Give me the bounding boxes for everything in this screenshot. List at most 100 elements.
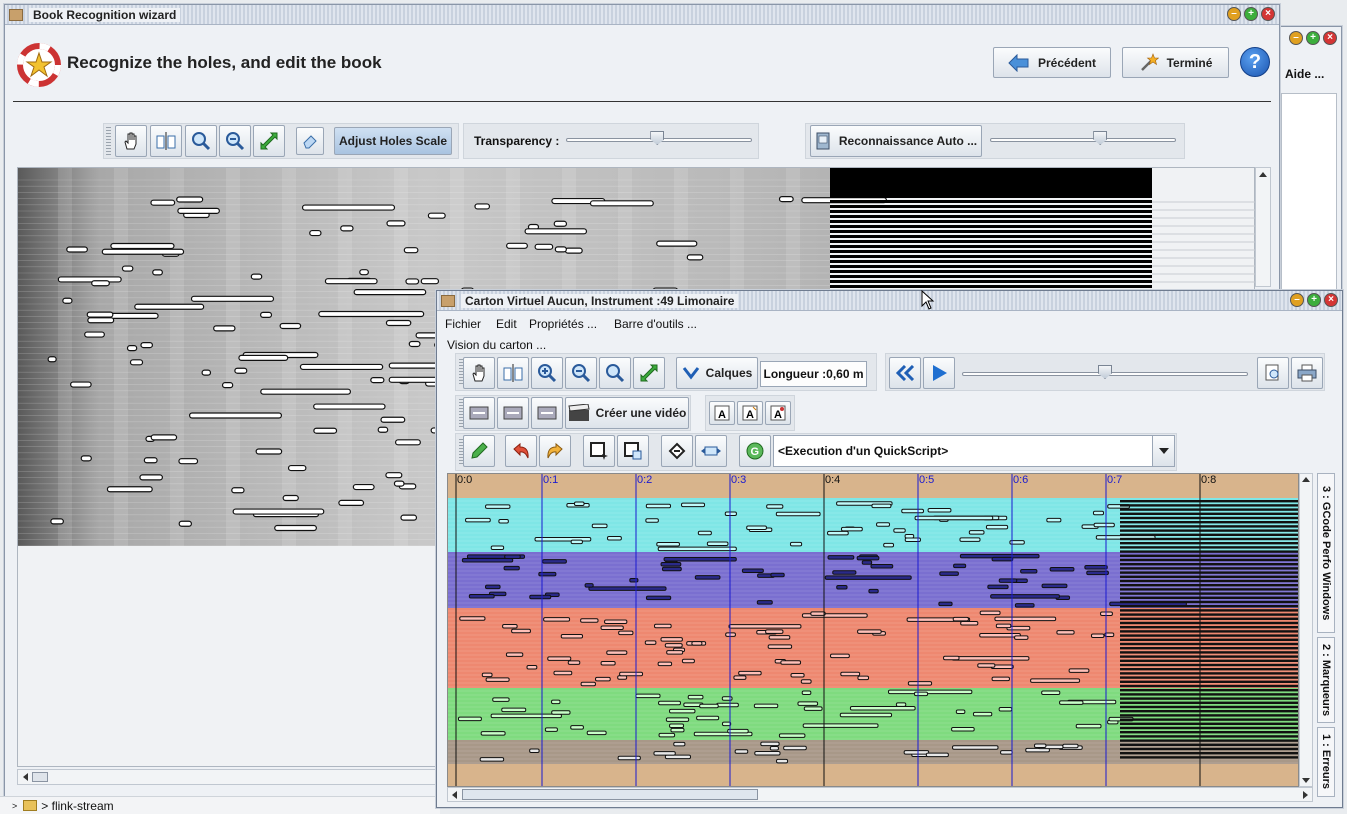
minimize-icon[interactable]: –: [1290, 293, 1304, 307]
zoom-in-button[interactable]: [531, 357, 563, 389]
eraser-tool-button[interactable]: [296, 127, 324, 155]
position-slider-thumb[interactable]: [1098, 365, 1112, 379]
auto-recognition-slider-thumb[interactable]: [1093, 131, 1108, 145]
text-style-button[interactable]: A: [765, 401, 791, 425]
toolbar-grip[interactable]: [106, 127, 111, 155]
undo-button[interactable]: [505, 435, 537, 467]
record-mode-1-button[interactable]: [463, 397, 495, 429]
help-link[interactable]: Aide ...: [1277, 59, 1341, 89]
dropdown-arrow-button[interactable]: [1152, 436, 1174, 466]
scroll-down-arrow-icon[interactable]: [1300, 774, 1312, 786]
position-slider[interactable]: [962, 365, 1248, 383]
scan-horizontal-scrollbar[interactable]: [17, 769, 437, 785]
book-stripe: [1120, 613, 1298, 616]
book-hole: [1000, 750, 1013, 755]
carton-titlebar[interactable]: Carton Virtuel Aucun, Instrument :49 Lim…: [437, 291, 1342, 311]
rect-select-add-button[interactable]: [617, 435, 649, 467]
redo-button[interactable]: [539, 435, 571, 467]
zoom-in-button[interactable]: [185, 125, 217, 157]
stretch-icon: [701, 446, 721, 456]
minimize-icon[interactable]: –: [1227, 7, 1241, 21]
book-hole: [827, 555, 855, 560]
diamond-tool-button[interactable]: [661, 435, 693, 467]
book-hole: [1093, 522, 1115, 528]
text-edit-button[interactable]: A: [737, 401, 763, 425]
create-video-button[interactable]: Créer une vidéo: [565, 397, 689, 429]
scan-hole: [255, 448, 283, 455]
print-button[interactable]: [1291, 357, 1323, 389]
help-button[interactable]: ?: [1240, 47, 1270, 77]
finish-button[interactable]: Terminé: [1122, 47, 1229, 78]
scroll-up-arrow-icon[interactable]: [1300, 474, 1312, 486]
menu-proprietes[interactable]: Propriétés ...: [529, 317, 597, 331]
scroll-left-arrow-icon[interactable]: [19, 770, 33, 784]
menu-fichier[interactable]: Fichier: [445, 317, 481, 331]
auto-recognition-button[interactable]: Reconnaissance Auto ...: [810, 125, 982, 157]
maximize-icon[interactable]: +: [1244, 7, 1258, 21]
hand-tool-button[interactable]: [463, 357, 495, 389]
menu-barre-outils[interactable]: Barre d'outils ...: [614, 317, 697, 331]
book-hole: [457, 716, 482, 722]
transparency-slider-thumb[interactable]: [650, 131, 665, 145]
record-mode-3-button[interactable]: [531, 397, 563, 429]
transparency-slider[interactable]: [566, 131, 752, 149]
preview-button[interactable]: [1257, 357, 1289, 389]
tab-erreurs[interactable]: 1 : Erreurs: [1317, 727, 1335, 797]
book-hole: [660, 637, 683, 642]
overlay-stripe: [830, 205, 1152, 208]
zoom-out-button[interactable]: [219, 125, 251, 157]
close-icon[interactable]: ×: [1261, 7, 1275, 21]
tab-gcode-perfo[interactable]: 3 : GCode Perfo Windows: [1317, 473, 1335, 633]
book-hole: [766, 504, 784, 509]
scan-vertical-scrollbar[interactable]: [1255, 167, 1271, 287]
scroll-left-arrow-icon[interactable]: [449, 789, 461, 801]
play-button[interactable]: [923, 357, 955, 389]
auto-recognition-slider[interactable]: [990, 131, 1176, 149]
menu-edit[interactable]: Edit: [496, 317, 517, 331]
maximize-icon[interactable]: +: [1306, 31, 1320, 45]
book-hole: [721, 721, 732, 727]
hand-tool-button[interactable]: [115, 125, 147, 157]
text-tool-button[interactable]: A: [709, 401, 735, 425]
scan-fold: [338, 168, 352, 546]
pencil-icon: [471, 442, 488, 459]
book-hole: [619, 671, 644, 677]
scroll-right-arrow-icon[interactable]: [1299, 789, 1311, 801]
taskbar-crumb[interactable]: > flink-stream: [41, 799, 113, 813]
stretch-tool-button[interactable]: [695, 435, 727, 467]
book-stripe: [1120, 558, 1298, 562]
pencil-tool-button[interactable]: [463, 435, 495, 467]
fit-view-button[interactable]: [633, 357, 665, 389]
select-tool-button[interactable]: [150, 125, 182, 157]
rect-select-button[interactable]: [583, 435, 615, 467]
book-hole: [1014, 635, 1029, 640]
zoom-reset-button[interactable]: [599, 357, 631, 389]
book-vertical-scrollbar[interactable]: [1299, 473, 1313, 787]
zoom-out-button[interactable]: [565, 357, 597, 389]
previous-button[interactable]: Précédent: [993, 47, 1111, 78]
scroll-thumb[interactable]: [32, 772, 48, 782]
adjust-holes-scale-button[interactable]: Adjust Holes Scale: [334, 127, 452, 155]
book-stripe: [1120, 655, 1298, 658]
close-icon[interactable]: ×: [1323, 31, 1337, 45]
scroll-up-arrow-icon[interactable]: [1256, 168, 1270, 182]
book-stripe: [1120, 533, 1298, 536]
scroll-thumb[interactable]: [462, 789, 758, 800]
expand-chevron-icon[interactable]: >: [12, 801, 17, 811]
tab-marqueurs[interactable]: 2 : Marqueurs: [1317, 637, 1335, 723]
wizard-titlebar[interactable]: Book Recognition wizard – + ×: [5, 5, 1279, 25]
fit-view-button[interactable]: [253, 125, 285, 157]
select-tool-button[interactable]: [497, 357, 529, 389]
close-icon[interactable]: ×: [1324, 293, 1338, 307]
scan-hole: [686, 254, 704, 261]
minimize-icon[interactable]: –: [1289, 31, 1303, 45]
quickscript-run-button[interactable]: G: [739, 435, 771, 467]
maximize-icon[interactable]: +: [1307, 293, 1321, 307]
layers-button[interactable]: Calques: [676, 357, 758, 389]
book-horizontal-scrollbar[interactable]: [447, 787, 1313, 802]
virtual-book-canvas[interactable]: 0:0 0:1 0:2 0:3 0:4 0:5 0:6 0:7 0:8: [447, 473, 1299, 787]
rewind-button[interactable]: [889, 357, 921, 389]
record-mode-2-button[interactable]: [497, 397, 529, 429]
select-hole-icon: [503, 364, 523, 382]
quickscript-select[interactable]: <Execution d'un QuickScript>: [773, 435, 1175, 467]
